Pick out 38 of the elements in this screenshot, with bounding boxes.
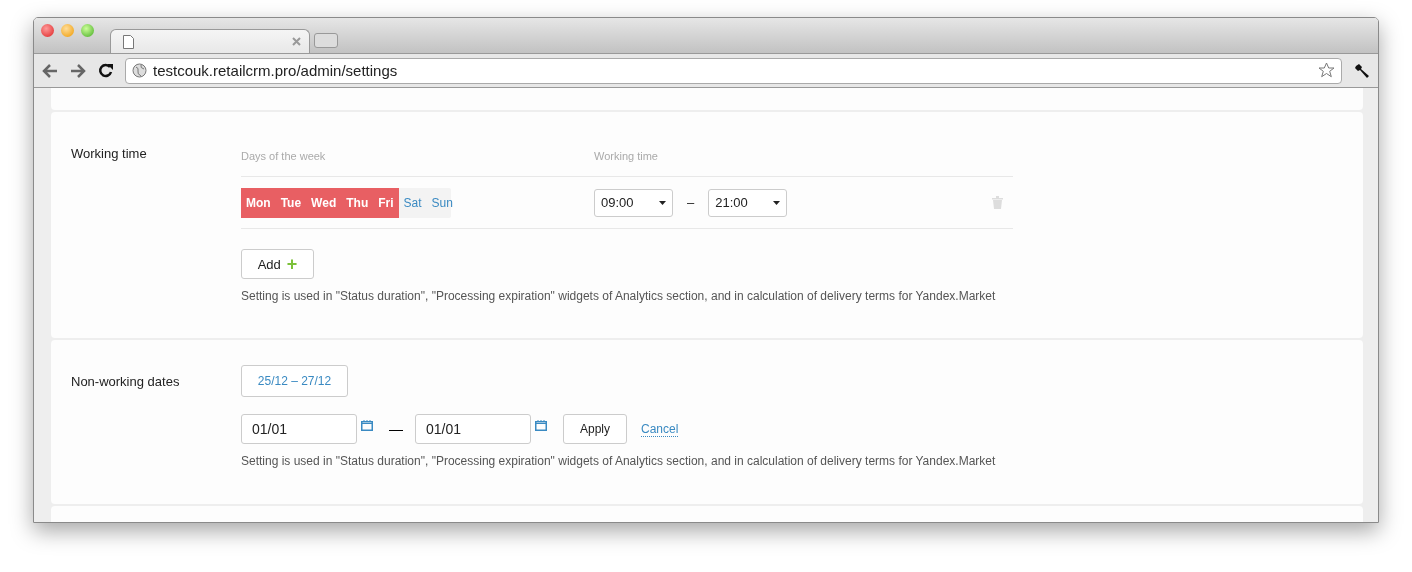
day-toggle[interactable]: Tue (275, 187, 307, 218)
column-header: Working time (594, 150, 658, 162)
day-toggle[interactable]: Mon (241, 187, 276, 218)
help-text: Setting is used in "Status duration", "Processing expiration" widgets of Analytics section, and in calculation of delivery terms for Yandex.Market (241, 289, 997, 303)
time-select[interactable]: 21:00 (708, 188, 788, 217)
new-tab-button[interactable] (314, 33, 338, 48)
add-button[interactable]: Add + (241, 249, 314, 279)
section-label: Working time (71, 146, 148, 163)
forward-icon[interactable] (70, 63, 86, 78)
close-icon[interactable] (292, 37, 301, 46)
day-toggle[interactable]: Sun (426, 187, 458, 218)
browser-tab[interactable] (110, 29, 310, 53)
day-toggle[interactable]: Fri (373, 187, 399, 218)
range-separator: — (389, 421, 403, 437)
address-bar[interactable]: testcouk.retailcrm.pro/admin/settings (125, 57, 1342, 84)
back-icon[interactable] (42, 63, 58, 78)
section-label: Non-working dates (71, 374, 181, 391)
range-separator: – (687, 195, 695, 210)
close-window-button[interactable] (41, 24, 54, 37)
calendar-icon[interactable] (535, 419, 547, 431)
help-text: Setting is used in "Status duration", "Processing expiration" widgets of Analytics section, and in calculation of delivery terms for Yandex.Market (241, 454, 996, 468)
caret-icon (773, 200, 781, 205)
date-input[interactable]: 01/01 (241, 414, 357, 444)
day-toggle[interactable]: Sat (398, 187, 427, 218)
apply-button[interactable]: Apply (563, 414, 627, 444)
column-header: Days of the week (241, 150, 327, 162)
star-icon[interactable] (1318, 62, 1335, 79)
globe-icon (132, 63, 147, 78)
reload-icon[interactable] (98, 63, 113, 78)
date-range-tag[interactable]: 25/12 – 27/12 (241, 365, 348, 397)
caret-icon (659, 200, 666, 205)
time-select[interactable]: 09:00 (594, 188, 673, 217)
page-icon (123, 34, 134, 49)
day-toggle[interactable]: Wed (306, 187, 342, 218)
date-input[interactable]: 01/01 (415, 414, 531, 444)
calendar-icon[interactable] (361, 419, 373, 431)
day-toggle[interactable]: Thu (341, 187, 374, 218)
cancel-link[interactable]: Cancel (641, 421, 679, 437)
